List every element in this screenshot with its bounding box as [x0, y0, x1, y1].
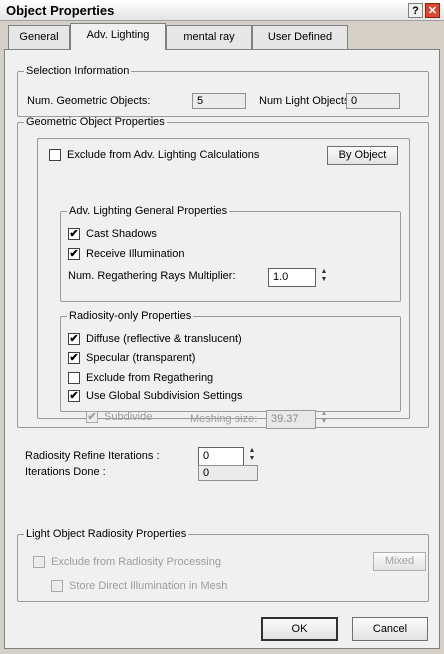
- checkbox-empty-icon: [51, 580, 63, 592]
- store-direct-illumination-checkbox[interactable]: Store Direct Illumination in Mesh: [51, 580, 227, 592]
- regathering-rays-spinner[interactable]: ▲ ▼: [319, 268, 329, 287]
- window-title: Object Properties: [6, 3, 115, 18]
- specular-checkbox[interactable]: ✔ Specular (transparent): [68, 352, 195, 364]
- spin-down-icon: ▼: [320, 276, 328, 283]
- refine-iterations-input[interactable]: 0: [198, 447, 244, 466]
- checkmark-icon: ✔: [86, 411, 98, 423]
- mixed-button[interactable]: Mixed: [373, 552, 426, 571]
- store-direct-illumination-label: Store Direct Illumination in Mesh: [69, 580, 228, 592]
- light-objects-value: 0: [346, 93, 400, 109]
- checkmark-icon: ✔: [68, 228, 80, 240]
- subdivide-checkbox[interactable]: ✔ Subdivide: [86, 411, 152, 423]
- meshing-size-input[interactable]: 39.37: [266, 410, 316, 429]
- exclude-adv-lighting-label: Exclude from Adv. Lighting Calculations: [67, 149, 260, 161]
- ok-button[interactable]: OK: [261, 617, 338, 641]
- light-object-legend: Light Object Radiosity Properties: [26, 528, 187, 540]
- regathering-rays-input[interactable]: 1.0: [268, 268, 316, 287]
- cast-shadows-label: Cast Shadows: [86, 228, 157, 240]
- subdivide-label: Subdivide: [104, 411, 153, 423]
- receive-illumination-checkbox[interactable]: ✔ Receive Illumination: [68, 248, 184, 260]
- tab-user-defined[interactable]: User Defined: [252, 25, 348, 49]
- selection-info-legend: Selection Information: [26, 65, 130, 77]
- selection-info-group: Selection Information: [17, 65, 429, 117]
- spin-up-icon: ▲: [320, 410, 328, 417]
- spin-down-icon: ▼: [248, 455, 256, 462]
- checkbox-empty-icon: [33, 556, 45, 568]
- spin-down-icon: ▼: [320, 418, 328, 425]
- receive-illumination-label: Receive Illumination: [86, 248, 185, 260]
- cancel-button[interactable]: Cancel: [352, 617, 428, 641]
- diffuse-checkbox[interactable]: ✔ Diffuse (reflective & translucent): [68, 333, 242, 345]
- refine-iterations-label: Radiosity Refine Iterations :: [25, 450, 160, 462]
- tab-adv-lighting[interactable]: Adv. Lighting: [70, 23, 166, 50]
- regathering-rays-label: Num. Regathering Rays Multiplier:: [68, 270, 236, 282]
- refine-iterations-spinner[interactable]: ▲ ▼: [247, 447, 257, 466]
- checkmark-icon: ✔: [68, 248, 80, 260]
- iterations-done-value: 0: [198, 465, 258, 481]
- meshing-size-spinner[interactable]: ▲ ▼: [319, 410, 329, 429]
- tab-general[interactable]: General: [8, 25, 70, 49]
- close-icon[interactable]: ✕: [425, 3, 440, 18]
- geometric-objects-value: 5: [192, 93, 246, 109]
- exclude-radiosity-label: Exclude from Radiosity Processing: [51, 556, 221, 568]
- checkmark-icon: ✔: [68, 390, 80, 402]
- by-object-button[interactable]: By Object: [327, 146, 398, 165]
- title-bar: Object Properties ? ✕: [0, 0, 444, 21]
- global-subdivision-checkbox[interactable]: ✔ Use Global Subdivision Settings: [68, 390, 243, 402]
- general-properties-legend: Adv. Lighting General Properties: [69, 205, 228, 217]
- meshing-size-label: Meshing size:: [190, 413, 258, 425]
- spin-up-icon: ▲: [248, 447, 256, 454]
- help-icon[interactable]: ?: [408, 3, 423, 18]
- spin-up-icon: ▲: [320, 268, 328, 275]
- checkmark-icon: ✔: [68, 352, 80, 364]
- cast-shadows-checkbox[interactable]: ✔ Cast Shadows: [68, 228, 157, 240]
- checkbox-empty-icon: [68, 372, 80, 384]
- geometric-objects-label: Num. Geometric Objects:: [27, 95, 151, 107]
- geometric-object-legend: Geometric Object Properties: [26, 116, 165, 128]
- global-subdivision-label: Use Global Subdivision Settings: [86, 390, 243, 402]
- exclude-regathering-label: Exclude from Regathering: [86, 372, 214, 384]
- checkbox-empty-icon: [49, 149, 61, 161]
- exclude-adv-lighting-checkbox[interactable]: Exclude from Adv. Lighting Calculations: [49, 149, 259, 161]
- checkmark-icon: ✔: [68, 333, 80, 345]
- light-objects-label: Num Light Objects:: [259, 95, 353, 107]
- radiosity-only-legend: Radiosity-only Properties: [69, 310, 192, 322]
- specular-label: Specular (transparent): [86, 352, 196, 364]
- exclude-regathering-checkbox[interactable]: Exclude from Regathering: [68, 372, 213, 384]
- tab-mental-ray[interactable]: mental ray: [166, 25, 252, 49]
- iterations-done-label: Iterations Done :: [25, 466, 106, 478]
- diffuse-label: Diffuse (reflective & translucent): [86, 333, 242, 345]
- exclude-radiosity-checkbox[interactable]: Exclude from Radiosity Processing: [33, 556, 221, 568]
